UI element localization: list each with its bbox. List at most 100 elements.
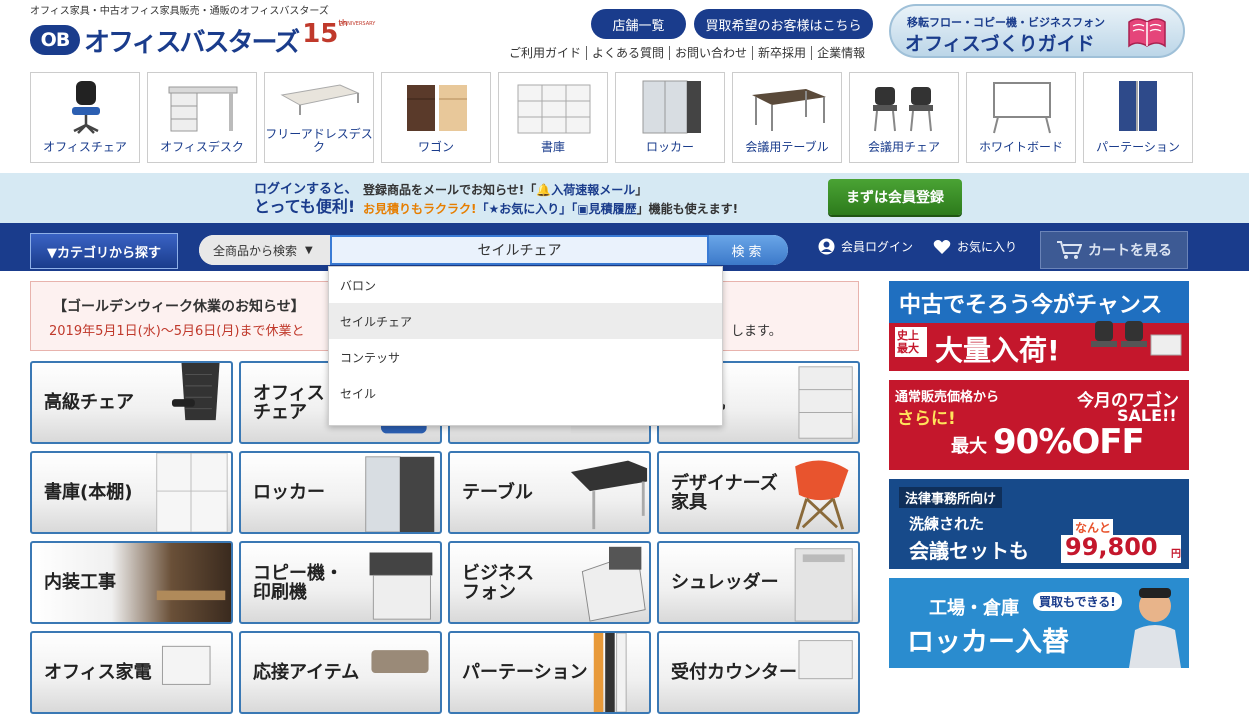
category-nav: オフィスチェア オフィスデスク フリーアドレスデスク ワゴン 書庫 ロッカー 会… bbox=[30, 72, 1193, 163]
tile-table[interactable]: テーブル bbox=[448, 451, 651, 534]
meeting-chair-icon bbox=[873, 87, 933, 132]
banner-law-office-set[interactable]: 法律事務所向け 洗練された 会議セットも なんと 99,800 円 bbox=[889, 479, 1189, 569]
appliance-icon bbox=[161, 645, 211, 685]
login-label: 会員ログイン bbox=[841, 240, 914, 254]
tile-designer-furniture[interactable]: デザイナーズ 家具 bbox=[657, 451, 860, 534]
meeting-table-icon bbox=[752, 89, 826, 131]
register-button[interactable]: まずは会員登録 bbox=[828, 179, 962, 215]
tile-business-phone[interactable]: ビジネス フォン bbox=[448, 541, 651, 624]
reception-icon bbox=[371, 650, 429, 673]
category-meeting-table[interactable]: 会議用テーブル bbox=[732, 72, 842, 163]
tile-office-appliance[interactable]: オフィス家電 bbox=[30, 631, 233, 714]
banner-subheadline: 大量入荷! bbox=[935, 334, 1060, 367]
cart-label: カートを見る bbox=[1088, 243, 1172, 259]
document-icon: ▣ bbox=[577, 202, 589, 216]
shredder-icon bbox=[794, 548, 853, 622]
category-office-chair[interactable]: オフィスチェア bbox=[30, 72, 140, 163]
search-scope-select[interactable]: 全商品から検索 ▼ bbox=[199, 235, 330, 265]
tile-label: 受付カウンター bbox=[671, 662, 797, 683]
store-list-button[interactable]: 店舗一覧 bbox=[591, 9, 686, 39]
category-label: オフィスデスク bbox=[160, 140, 244, 154]
login-link[interactable]: 会員ログイン bbox=[818, 238, 913, 255]
login-promo-details: 登録商品をメールでお知らせ!「🔔入荷速報メール」 お見積りもラクラク!「★お気に… bbox=[363, 181, 738, 219]
bell-icon: 🔔 bbox=[536, 183, 552, 197]
banner-line: 通常販売価格から bbox=[895, 390, 1000, 405]
category-locker[interactable]: ロッカー bbox=[615, 72, 725, 163]
category-office-desk[interactable]: オフィスデスク bbox=[147, 72, 257, 163]
search-button[interactable]: 検索 bbox=[709, 235, 788, 265]
promo-text: 」機能も使えます! bbox=[636, 202, 739, 216]
banner-headline: ロッカー入替 bbox=[907, 627, 1069, 658]
premium-chair-icon bbox=[171, 363, 220, 421]
search-box: 全商品から検索 ▼ 検索 bbox=[199, 235, 788, 265]
login-promo-heading: ログインすると、 とっても便利! bbox=[254, 181, 357, 215]
cart-button[interactable]: カートを見る bbox=[1040, 231, 1188, 269]
link-company[interactable]: 企業情報 bbox=[811, 46, 870, 60]
login-promo-banner: ログインすると、 とっても便利! 登録商品をメールでお知らせ!「🔔入荷速報メール… bbox=[0, 173, 1249, 223]
interior-icon bbox=[156, 590, 226, 601]
tile-label: ビジネス フォン bbox=[462, 562, 534, 603]
banner-wagon-sale[interactable]: 通常販売価格から さらに! 最大 90%OFF 今月のワゴン SALE!! bbox=[889, 380, 1189, 470]
banner-line: 工場・倉庫 bbox=[929, 598, 1019, 619]
logo-text: オフィスバスターズ bbox=[84, 27, 300, 58]
promo-highlight: 入荷速報メール bbox=[551, 183, 636, 197]
category-label: フリーアドレスデスク bbox=[265, 127, 373, 154]
buyback-button[interactable]: 買取希望のお客様はこちら bbox=[694, 9, 873, 39]
suggestion-item[interactable]: セイル bbox=[329, 375, 722, 411]
logo-anniversary-word: ANNIVERSARY bbox=[340, 21, 376, 27]
category-whiteboard[interactable]: ホワイトボード bbox=[966, 72, 1076, 163]
office-guide-banner[interactable]: 移転フロー・コピー機・ビジネスフォン オフィスづくりガイド bbox=[889, 4, 1185, 58]
search-scope-value: 全商品から検索 bbox=[213, 243, 298, 258]
tile-partition[interactable]: パーテーション bbox=[448, 631, 651, 714]
tile-label: デザイナーズ 家具 bbox=[671, 472, 778, 513]
favorites-link[interactable]: お気に入り bbox=[933, 238, 1017, 255]
banner-line: さらに! bbox=[897, 409, 956, 429]
tile-shredder[interactable]: シュレッダー bbox=[657, 541, 860, 624]
search-input[interactable] bbox=[330, 235, 709, 265]
tile-locker[interactable]: ロッカー bbox=[239, 451, 442, 534]
chevron-down-icon: ▼ bbox=[305, 244, 313, 256]
banner-factory-locker[interactable]: 工場・倉庫 ロッカー入替 買取もできる! bbox=[889, 578, 1189, 668]
banner-line: 会議セットも bbox=[909, 539, 1029, 563]
site-logo[interactable]: OB オフィスバスターズ 15 th bbox=[30, 19, 348, 60]
category-partition[interactable]: パーテーション bbox=[1083, 72, 1193, 163]
login-promo-line2: とっても便利! bbox=[254, 197, 356, 216]
link-guide[interactable]: ご利用ガイド bbox=[504, 46, 586, 60]
office-chair-icon bbox=[72, 81, 100, 134]
suggestion-item-active[interactable]: セイルチェア bbox=[329, 303, 722, 339]
link-recruit[interactable]: 新卒採用 bbox=[752, 46, 811, 60]
search-suggestions: バロン セイルチェア コンテッサ セイル bbox=[328, 266, 723, 426]
category-free-address-desk[interactable]: フリーアドレスデスク bbox=[264, 72, 374, 163]
banner-discount: 90%OFF bbox=[993, 422, 1145, 462]
link-contact[interactable]: お問い合わせ bbox=[669, 46, 752, 60]
tile-copier[interactable]: コピー機・ 印刷機 bbox=[239, 541, 442, 624]
logo-mark: OB bbox=[30, 25, 80, 55]
banner-badge: 史上最大 bbox=[895, 327, 927, 357]
office-desk-icon bbox=[168, 86, 238, 132]
banner-line: 法律事務所向け bbox=[899, 487, 1003, 508]
suggestion-item[interactable]: バロン bbox=[329, 267, 722, 303]
tile-label: 内装工事 bbox=[44, 572, 116, 593]
category-menu-button[interactable]: ▼カテゴリから探す bbox=[30, 233, 178, 269]
category-wagon[interactable]: ワゴン bbox=[381, 72, 491, 163]
tile-interior-work[interactable]: 内装工事 bbox=[30, 541, 233, 624]
tile-label: シュレッダー bbox=[671, 572, 779, 593]
category-meeting-chair[interactable]: 会議用チェア bbox=[849, 72, 959, 163]
category-label: ロッカー bbox=[645, 140, 694, 154]
tile-premium-chair[interactable]: 高級チェア bbox=[30, 361, 233, 444]
tile-bookshelf[interactable]: 書庫(本棚) bbox=[30, 451, 233, 534]
copier-icon bbox=[369, 552, 433, 620]
tile-reception-counter[interactable]: 受付カウンター bbox=[657, 631, 860, 714]
banner-used-stock[interactable]: 中古でそろう今がチャンス 史上最大 大量入荷! bbox=[889, 281, 1189, 371]
category-label: ワゴン bbox=[417, 140, 454, 154]
promo-highlight: お見積りもラクラク! bbox=[363, 202, 477, 216]
tile-reception-items[interactable]: 応接アイテム bbox=[239, 631, 442, 714]
guide-subtitle: 移転フロー・コピー機・ビジネスフォン bbox=[907, 16, 1105, 29]
suggestion-item[interactable]: コンテッサ bbox=[329, 339, 722, 375]
bookshelf-icon bbox=[517, 84, 591, 134]
table-icon bbox=[570, 460, 648, 530]
banner-line: 洗練された bbox=[909, 515, 985, 533]
category-bookshelf[interactable]: 書庫 bbox=[498, 72, 608, 163]
notice-body-end: します。 bbox=[731, 324, 782, 339]
link-faq[interactable]: よくある質問 bbox=[586, 46, 669, 60]
